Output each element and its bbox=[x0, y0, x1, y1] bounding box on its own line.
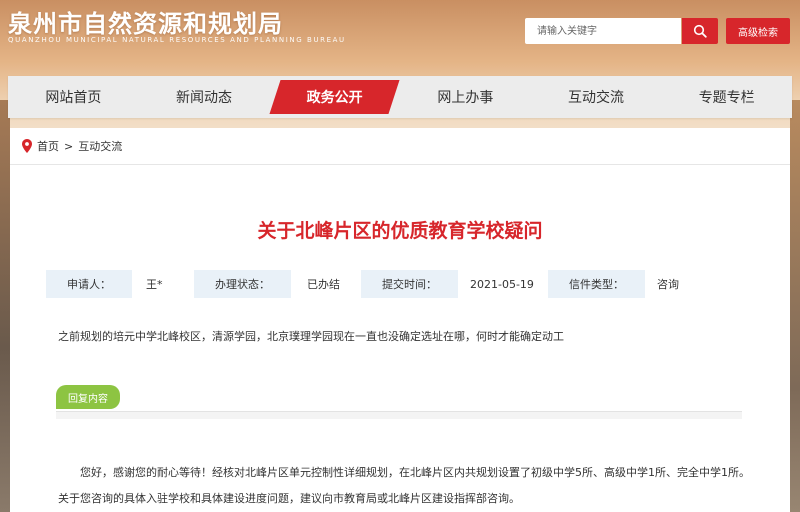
applicant-label: 申请人： bbox=[46, 270, 132, 298]
site-title: 泉州市自然资源和规划局 bbox=[8, 10, 283, 38]
content-panel: 首页 > 互动交流 关于北峰片区的优质教育学校疑问 申请人： 王* 办理状态： … bbox=[10, 128, 790, 512]
breadcrumb: 首页 > 互动交流 bbox=[22, 138, 122, 154]
nav-item-special-topics[interactable]: 专题专栏 bbox=[661, 76, 792, 118]
nav-item-government-affairs[interactable]: 政务公开 bbox=[269, 76, 400, 118]
nav-item-interaction[interactable]: 互动交流 bbox=[531, 76, 662, 118]
breadcrumb-divider bbox=[10, 164, 790, 165]
site-subtitle: QUANZHOU MUNICIPAL NATURAL RESOURCES AND… bbox=[8, 36, 346, 44]
reply-label-badge: 回复内容 bbox=[56, 385, 120, 409]
letter-type-value: 咨询 bbox=[657, 278, 679, 291]
advanced-search-button[interactable]: 高级检索 bbox=[726, 18, 790, 44]
reply-divider bbox=[56, 411, 742, 419]
background-left-edge bbox=[0, 100, 10, 512]
search-button[interactable] bbox=[682, 18, 718, 44]
letter-type-label: 信件类型： bbox=[548, 270, 645, 298]
breadcrumb-current-link[interactable]: 互动交流 bbox=[78, 138, 122, 154]
submit-time-label: 提交时间： bbox=[361, 270, 458, 298]
nav-item-online-services[interactable]: 网上办事 bbox=[400, 76, 531, 118]
location-pin-icon bbox=[22, 139, 32, 153]
submit-time-value: 2021-05-19 bbox=[470, 277, 534, 291]
status-value: 已办结 bbox=[307, 278, 340, 291]
search-input[interactable] bbox=[525, 18, 681, 44]
background-right-edge bbox=[790, 100, 800, 512]
main-nav: 网站首页 新闻动态 政务公开 网上办事 互动交流 专题专栏 bbox=[8, 76, 792, 118]
search-icon bbox=[693, 24, 707, 38]
article-meta-bar: 申请人： 王* 办理状态： 已办结 提交时间： 2021-05-19 信件类型：… bbox=[46, 270, 695, 298]
nav-item-home[interactable]: 网站首页 bbox=[8, 76, 139, 118]
question-text: 之前规划的培元中学北峰校区，清源学园，北京璞理学园现在一直也没确定选址在哪，何时… bbox=[58, 330, 564, 343]
breadcrumb-separator: > bbox=[64, 139, 74, 153]
article-title: 关于北峰片区的优质教育学校疑问 bbox=[257, 220, 543, 242]
reply-text: 您好，感谢您的耐心等待！经核对北峰片区单元控制性详细规划，在北峰片区内共规划设置… bbox=[58, 466, 750, 505]
breadcrumb-home-link[interactable]: 首页 bbox=[37, 138, 59, 154]
status-label: 办理状态： bbox=[194, 270, 291, 298]
nav-item-news[interactable]: 新闻动态 bbox=[139, 76, 270, 118]
applicant-value: 王* bbox=[146, 278, 163, 291]
